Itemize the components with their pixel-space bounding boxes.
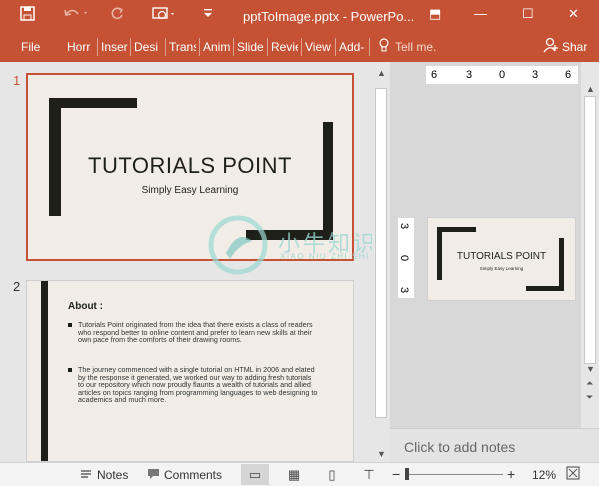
thumbnail-scrollbar[interactable]: ▲ ▼ [372,62,390,462]
thumbnail-2-bullet-2: The journey commenced with a single tuto… [68,366,318,404]
lightbulb-icon [379,38,389,56]
zoom-in-button[interactable]: + [507,466,515,482]
tab-design[interactable]: Desi [134,40,161,54]
slideshow-icon[interactable]: ⊤ [355,464,383,485]
fit-slide-icon[interactable] [566,466,580,483]
normal-view-icon[interactable]: ▭ [241,464,269,485]
watermark-logo [208,215,268,275]
next-slide-icon[interactable]: ⏷ [586,392,593,403]
zoom-slider[interactable] [405,474,503,475]
close-button[interactable]: ✕ [568,6,579,22]
tab-view[interactable]: View [305,40,332,54]
document-title: pptToImage.pptx - PowerPo... [243,9,415,24]
tab-home[interactable]: Horr [67,40,92,54]
tab-insert[interactable]: Inser [101,40,128,54]
scroll-up-arrow-icon[interactable]: ▲ [377,68,386,78]
thumbnail-2-bullet-1: Tutorials Point originated from the idea… [68,321,318,344]
slide-sorter-icon[interactable]: ▦ [280,464,308,485]
reading-view-icon[interactable]: ▯ [318,464,346,485]
tab-animations[interactable]: Anim [203,40,230,54]
zoom-slider-handle[interactable] [405,468,409,480]
current-slide-subtitle[interactable]: Simply Easy Learning [428,266,575,271]
status-bar: Notes Comments ▭ ▦ ▯ ⊤ − + 12% [0,462,599,486]
comments-icon[interactable] [147,468,160,483]
present-from-start-icon[interactable] [150,6,176,25]
ribbon-display-options-icon[interactable]: ⬒ [429,6,441,22]
current-slide[interactable]: TUTORIALS POINT Simply Easy Learning [427,217,576,301]
notes-pane[interactable]: Click to add notes [390,428,599,462]
slide-number-1: 1 [13,73,21,88]
vertical-ruler: 3 0 3 [398,218,414,298]
zoom-out-button[interactable]: − [392,466,400,482]
thumbnail-2-heading: About : [68,301,103,312]
save-icon[interactable] [20,6,35,24]
notes-button[interactable]: Notes [97,468,128,482]
title-bar: pptToImage.pptx - PowerPo... ⬒ — ☐ ✕ [0,0,599,32]
tab-addins[interactable]: Add- [339,40,366,54]
share-button[interactable]: Shar [562,40,587,54]
notes-placeholder[interactable]: Click to add notes [404,439,515,455]
tell-me-search[interactable]: Tell me. [395,40,436,54]
scrollbar-thumb[interactable] [375,88,387,418]
customize-icon[interactable] [203,6,213,23]
comments-button[interactable]: Comments [164,468,222,482]
undo-icon[interactable] [63,6,89,24]
previous-slide-icon[interactable]: ⏶ [586,378,593,389]
thumbnail-1-subtitle: Simply Easy Learning [141,185,239,196]
minimize-button[interactable]: — [474,6,487,21]
scroll-down-arrow-icon[interactable]: ▼ [377,449,386,459]
tab-transitions[interactable]: Trans [169,40,196,54]
tab-review[interactable]: Revie [271,40,298,54]
zoom-level[interactable]: 12% [532,468,556,482]
maximize-button[interactable]: ☐ [522,6,534,22]
editing-scrollbar[interactable]: ▲ ▼ ⏶ ⏷ [581,62,599,428]
notes-icon[interactable] [80,468,92,483]
tab-slideshow[interactable]: Slide [237,40,264,54]
scroll-down-arrow-icon[interactable]: ▼ [586,364,595,374]
scrollbar-thumb[interactable] [584,96,596,364]
redo-icon[interactable] [110,6,125,24]
slide-thumbnail-2[interactable]: About : Tutorials Point originated from … [26,280,354,462]
thumbnail-1-title: TUTORIALS POINT [88,153,292,178]
share-icon[interactable] [543,37,559,56]
slide-number-2: 2 [13,279,21,294]
scroll-up-arrow-icon[interactable]: ▲ [586,84,595,94]
tab-file[interactable]: File [21,40,40,54]
horizontal-ruler: 6 3 0 3 6 [426,66,578,84]
ribbon-tabs: File Horr Inser Desi Trans Anim Slide Re… [0,32,599,62]
current-slide-title[interactable]: TUTORIALS POINT [428,251,575,262]
